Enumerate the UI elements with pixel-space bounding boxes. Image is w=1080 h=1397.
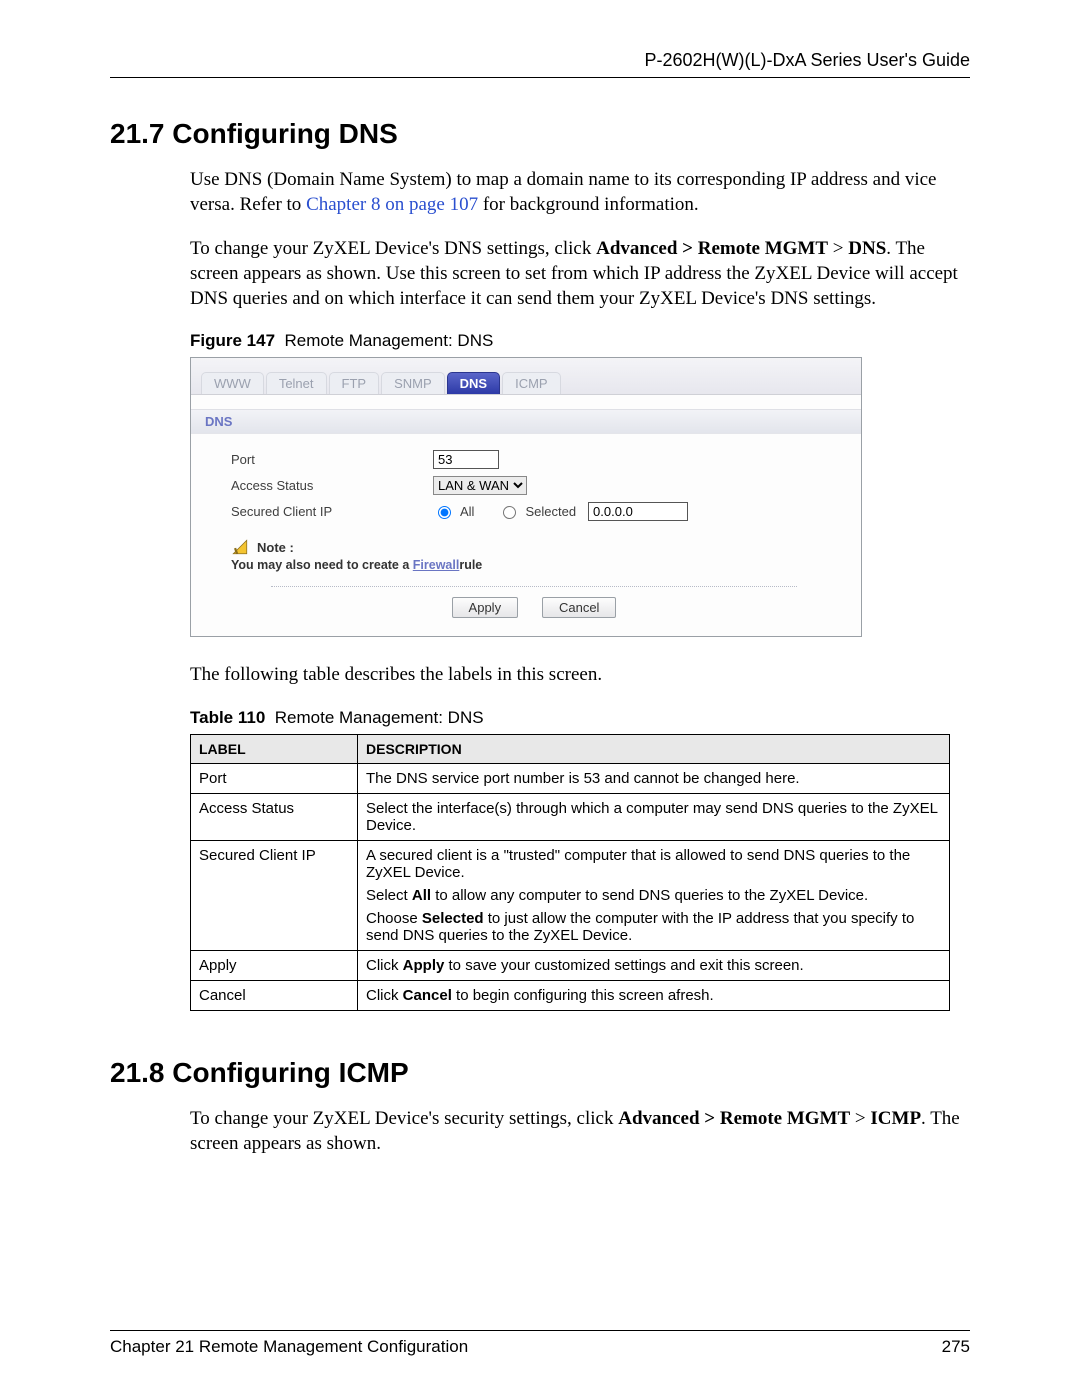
table-row: Cancel Click Cancel to begin configuring…	[191, 981, 950, 1011]
cell-desc-p: Click Cancel to begin configuring this s…	[366, 987, 941, 1004]
figure-caption: Figure 147 Remote Management: DNS	[190, 331, 970, 351]
cell-desc: A secured client is a "trusted" computer…	[358, 841, 950, 951]
cell-desc-p: Select All to allow any computer to send…	[366, 887, 941, 904]
note-icon	[231, 538, 249, 556]
cell-label: Apply	[191, 951, 358, 981]
radio-all[interactable]	[438, 506, 451, 519]
table-row: Secured Client IP A secured client is a …	[191, 841, 950, 951]
firewall-link[interactable]: Firewall	[413, 558, 460, 572]
cell-label: Secured Client IP	[191, 841, 358, 951]
section-heading-icmp: 21.8 Configuring ICMP	[110, 1057, 970, 1089]
after-figure-text: The following table describes the labels…	[190, 663, 970, 688]
radio-selected-label: Selected	[525, 504, 576, 519]
section1-para2: To change your ZyXEL Device's DNS settin…	[190, 237, 970, 311]
tab-dns[interactable]: DNS	[447, 372, 500, 394]
note-text-a: You may also need to create a	[231, 558, 413, 572]
cell-desc-p: The DNS service port number is 53 and ca…	[366, 770, 941, 787]
cell-desc: Click Apply to save your customized sett…	[358, 951, 950, 981]
page-header: P-2602H(W)(L)-DxA Series User's Guide	[110, 50, 970, 78]
table-caption: Table 110 Remote Management: DNS	[190, 708, 970, 728]
cell-desc-p: Choose Selected to just allow the comput…	[366, 910, 941, 944]
th-description: DESCRIPTION	[358, 735, 950, 764]
cell-desc-p: Click Apply to save your customized sett…	[366, 957, 941, 974]
para1-text-b: for background information.	[478, 194, 699, 215]
chapter8-link[interactable]: Chapter 8 on page 107	[306, 194, 478, 215]
figure-number: Figure 147	[190, 331, 275, 350]
tab-ftp[interactable]: FTP	[329, 372, 380, 394]
section1-para1: Use DNS (Domain Name System) to map a do…	[190, 168, 970, 217]
note-text-b: rule	[459, 558, 482, 572]
section-heading-dns: 21.7 Configuring DNS	[110, 118, 970, 150]
cell-label: Cancel	[191, 981, 358, 1011]
section2-para1: To change your ZyXEL Device's security s…	[190, 1107, 970, 1156]
radio-selected[interactable]	[503, 506, 516, 519]
footer-page: 275	[942, 1337, 970, 1357]
tab-strip: WWW Telnet FTP SNMP DNS ICMP	[191, 358, 861, 395]
table-row: Port The DNS service port number is 53 a…	[191, 764, 950, 794]
cell-desc-p: A secured client is a "trusted" computer…	[366, 847, 941, 881]
table-title: Remote Management: DNS	[275, 708, 484, 727]
figure-title: Remote Management: DNS	[285, 331, 494, 350]
label-port: Port	[231, 452, 421, 467]
radio-all-label: All	[460, 504, 474, 519]
port-input[interactable]	[433, 450, 499, 469]
access-status-select[interactable]: LAN & WAN	[433, 476, 527, 495]
table-row: Access Status Select the interface(s) th…	[191, 794, 950, 841]
cell-desc: Select the interface(s) through which a …	[358, 794, 950, 841]
note-text: You may also need to create a Firewallru…	[231, 558, 837, 572]
label-secured-client-ip: Secured Client IP	[231, 504, 421, 519]
table-number: Table 110	[190, 708, 265, 727]
table-row: Apply Click Apply to save your customize…	[191, 951, 950, 981]
panel-title: DNS	[191, 409, 861, 434]
tab-www[interactable]: WWW	[201, 372, 264, 394]
th-label: LABEL	[191, 735, 358, 764]
cell-desc-p: Select the interface(s) through which a …	[366, 800, 941, 834]
tab-snmp[interactable]: SNMP	[381, 372, 445, 394]
selected-ip-input[interactable]	[588, 502, 688, 521]
cancel-button[interactable]: Cancel	[542, 597, 616, 618]
tab-icmp[interactable]: ICMP	[502, 372, 561, 394]
cell-label: Access Status	[191, 794, 358, 841]
cell-label: Port	[191, 764, 358, 794]
apply-button[interactable]: Apply	[452, 597, 519, 618]
footer-chapter: Chapter 21 Remote Management Configurati…	[110, 1337, 468, 1357]
label-access-status: Access Status	[231, 478, 421, 493]
figure-screenshot: WWW Telnet FTP SNMP DNS ICMP DNS Port Ac…	[190, 357, 862, 637]
note-label: Note :	[257, 540, 294, 555]
cell-desc: Click Cancel to begin configuring this s…	[358, 981, 950, 1011]
tab-telnet[interactable]: Telnet	[266, 372, 327, 394]
description-table: LABEL DESCRIPTION Port The DNS service p…	[190, 734, 950, 1011]
cell-desc: The DNS service port number is 53 and ca…	[358, 764, 950, 794]
